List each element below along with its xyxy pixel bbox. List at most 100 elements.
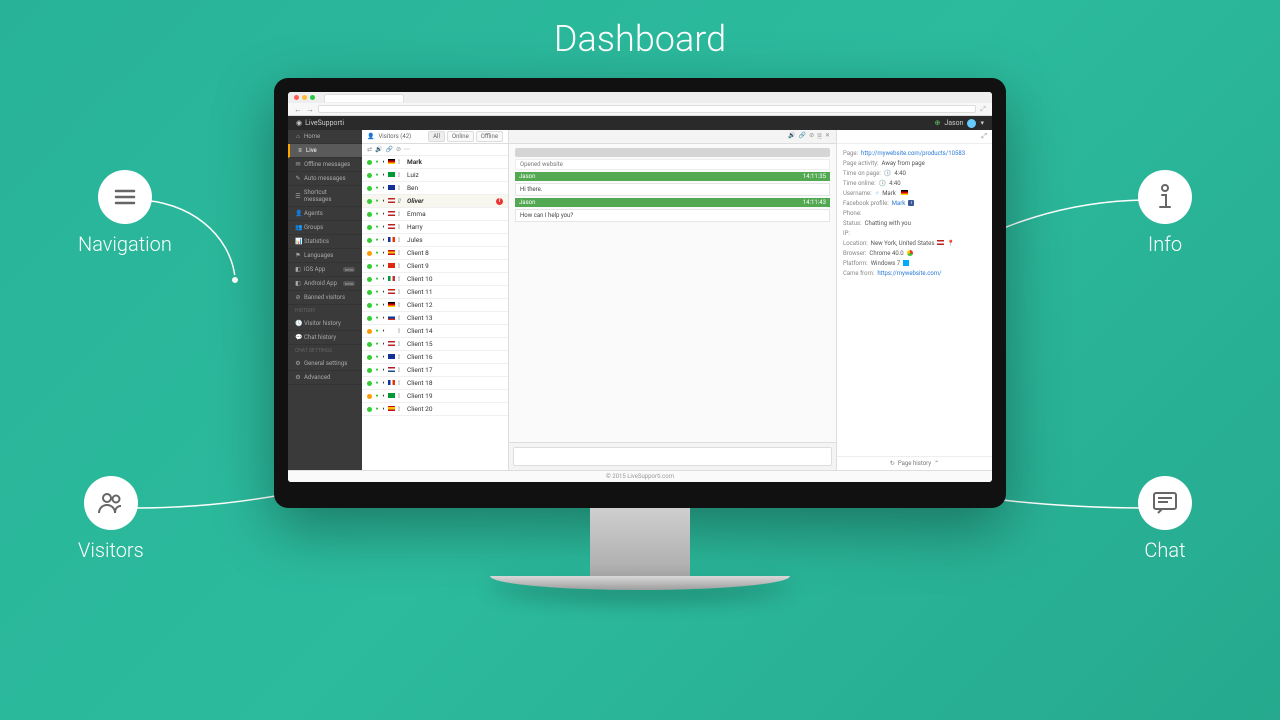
transcript-icon[interactable]: 🗎 [817,132,822,142]
visitor-row[interactable]: ●◐▯Oliver1 [362,195,508,208]
flag-icon [388,393,395,398]
ban-icon[interactable]: ⊘ [809,132,814,142]
sidebar-item[interactable]: ◧Android Appbeta [288,277,362,291]
visitor-row[interactable]: ●◐▯Client 17 [362,364,508,377]
visitor-row[interactable]: ●◐▯Client 13 [362,312,508,325]
window-close-icon[interactable] [294,95,299,100]
page-link[interactable]: http://mywebsite.com/products/10583 [861,150,965,157]
sidebar-item[interactable]: ✉Offline messages [288,158,362,172]
sidebar-item[interactable]: 💬Chat history [288,331,362,345]
status-icon [367,355,372,360]
info-label: Time on page: [843,170,881,177]
chat-icon [1138,476,1192,530]
info-value: 4:40 [894,170,906,177]
info-label: Time online: [843,180,876,187]
sidebar-item[interactable]: 👥Groups [288,221,362,235]
sidebar-item[interactable]: ✎Auto messages [288,172,362,186]
more-icon[interactable]: ⋯ [404,146,410,153]
flag-icon [388,224,395,229]
message-body: How can I help you? [515,209,830,222]
sidebar-item[interactable]: ⌂Home [288,130,362,144]
sidebar-item[interactable]: 👤Agents [288,207,362,221]
visitor-row[interactable]: ●◐▯Client 14 [362,325,508,338]
add-icon[interactable]: ⊕ [934,119,940,127]
attach-icon[interactable]: 🔗 [386,146,393,153]
close-chat-icon[interactable]: ✕ [825,132,830,142]
visitor-row[interactable]: ●◐▯Client 15 [362,338,508,351]
visitor-row[interactable]: ●◐▯Mark [362,156,508,169]
flag-icon [388,198,395,203]
expand-icon[interactable]: ⤢ [981,132,987,141]
user-name[interactable]: Jason [944,119,963,127]
browser-tab[interactable] [324,94,404,102]
message-time: 14:11:35 [803,173,826,180]
browser-titlebar [288,92,992,103]
sound-icon[interactable]: 🔊 [375,146,382,153]
ban-icon[interactable]: ⊘ [396,146,401,153]
users-icon [84,476,138,530]
fb-link[interactable]: Mark [892,200,906,207]
online-icon: ● [374,406,380,412]
browser-icon: ◐ [381,367,387,373]
sidebar-item[interactable]: ◧iOS Appbeta [288,263,362,277]
visitor-row[interactable]: ●◐▯Luiz [362,169,508,182]
back-icon[interactable]: ← [294,105,302,114]
flag-icon [388,406,395,411]
sidebar-item[interactable]: ⊘Banned visitors [288,291,362,305]
visitor-row[interactable]: ●◐▯Harry [362,221,508,234]
visitor-row[interactable]: ●◐▯Client 9 [362,260,508,273]
sidebar-item[interactable]: ≡Live [288,144,362,158]
sidebar-item[interactable]: ⚑Languages [288,249,362,263]
visitor-row[interactable]: ●◐▯Client 19 [362,390,508,403]
window-minimize-icon[interactable] [302,95,307,100]
browser-icon: ◐ [381,315,387,321]
filter-offline[interactable]: Offline [476,131,503,142]
chevron-down-icon[interactable]: ▾ [980,119,984,127]
sidebar-item[interactable]: 📊Statistics [288,235,362,249]
visitor-name: Client 17 [407,366,432,374]
sidebar-item[interactable]: ⚙General settings [288,357,362,371]
visitor-name: Client 12 [407,301,432,309]
info-value: Chrome 40.0 [869,250,903,257]
browser-icon: ◐ [381,341,387,347]
visitor-row[interactable]: ●◐▯Client 11 [362,286,508,299]
visitor-row[interactable]: ●◐▯Ben [362,182,508,195]
visitor-row[interactable]: ●◐▯Client 16 [362,351,508,364]
window-maximize-icon[interactable] [310,95,315,100]
browser-icon: ◐ [381,211,387,217]
visitor-name: Client 9 [407,262,429,270]
sidebar-item[interactable]: ⚙Advanced [288,371,362,385]
page-history-toggle[interactable]: ↻Page history⌃ [837,456,992,470]
visitor-row[interactable]: ●◐▯Client 18 [362,377,508,390]
visitor-row[interactable]: ●◐▯Client 8 [362,247,508,260]
forward-icon[interactable]: → [306,105,314,114]
visitor-row[interactable]: ●◐▯Client 20 [362,403,508,416]
visitor-name: Oliver [407,197,424,205]
chat-input[interactable] [513,447,832,466]
visitor-row[interactable]: ●◐▯Jules [362,234,508,247]
visitor-row[interactable]: ●◐▯Client 12 [362,299,508,312]
filter-all[interactable]: All [428,131,445,142]
visitor-row[interactable]: ●◐▯Client 10 [362,273,508,286]
attach-icon[interactable]: 🔗 [799,132,806,142]
transfer-icon[interactable]: ⇄ [367,146,372,153]
sound-icon[interactable]: 🔊 [788,132,795,142]
status-icon [367,316,372,321]
sidebar-item[interactable]: ☰Shortcut messages [288,186,362,207]
info-panel: ⤢ Page:http://mywebsite.com/products/105… [836,130,992,470]
info-label: Facebook profile: [843,200,889,207]
flag-icon [388,211,395,216]
filter-online[interactable]: Online [447,131,474,142]
visitor-name: Client 11 [407,288,432,296]
expand-icon[interactable]: ⤢ [980,105,986,114]
sidebar-item-label: Banned visitors [304,294,345,301]
online-icon: ● [374,367,380,373]
referrer-link[interactable]: https://mywebsite.com/ [877,270,941,277]
visitors-title: Visitors (42) [378,133,411,140]
url-input[interactable] [318,105,976,113]
sidebar-item[interactable]: 🕓Visitor history [288,317,362,331]
visitor-row[interactable]: ●◐▯Emma [362,208,508,221]
online-icon: ● [374,172,380,178]
avatar[interactable] [967,119,976,128]
visitor-name: Harry [407,223,423,231]
